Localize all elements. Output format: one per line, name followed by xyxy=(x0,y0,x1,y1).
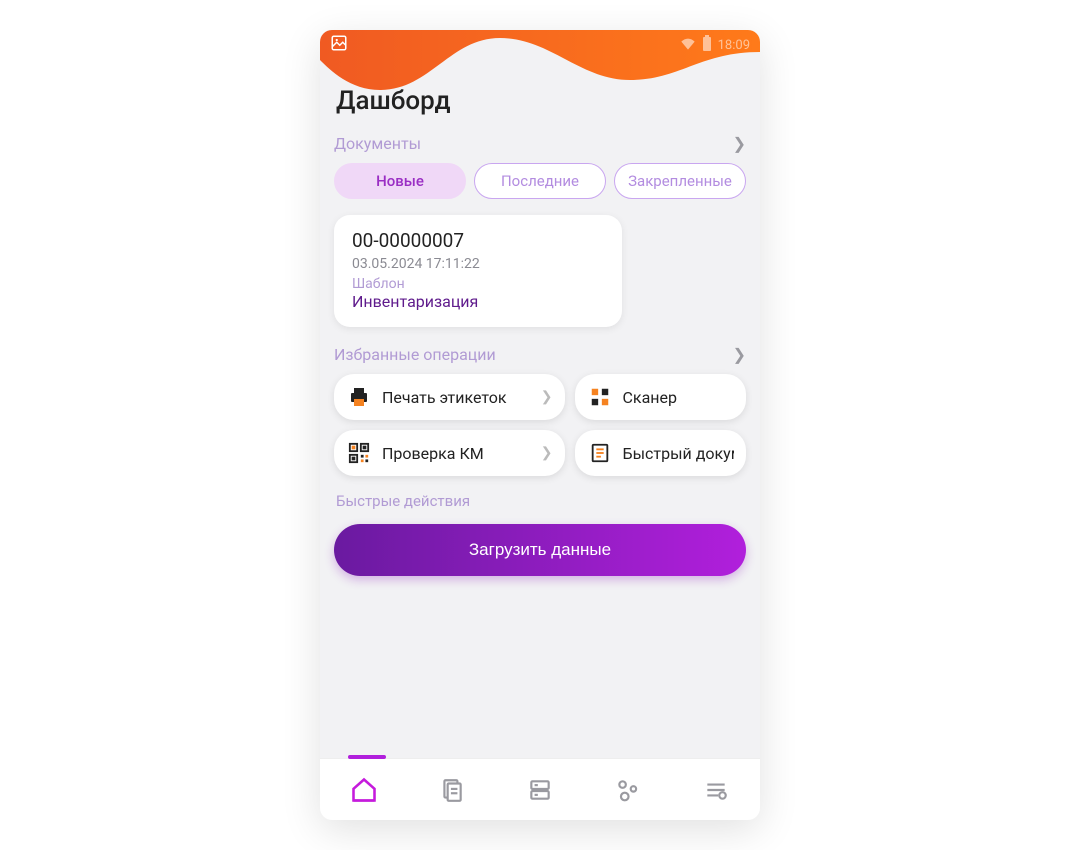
tab-recent[interactable]: Последние xyxy=(474,163,606,199)
battery-icon xyxy=(702,35,712,55)
nav-settings[interactable] xyxy=(701,775,731,805)
chevron-right-icon: ❯ xyxy=(541,389,553,405)
chevron-right-icon: ❯ xyxy=(541,445,553,461)
app-screen: 18:09 Дашборд Документы ❯ Новые Последни… xyxy=(320,30,760,820)
nav-operations[interactable] xyxy=(613,775,643,805)
favorite-label: Проверка КМ xyxy=(382,444,531,463)
documents-section-header[interactable]: Документы ❯ xyxy=(334,134,746,153)
status-bar: 18:09 xyxy=(320,30,760,56)
printer-icon xyxy=(346,384,372,410)
bottom-nav xyxy=(320,758,760,820)
page-title: Дашборд xyxy=(336,86,451,116)
wifi-icon xyxy=(680,36,696,54)
header: 18:09 Дашборд xyxy=(320,30,760,110)
favorite-print-labels[interactable]: Печать этикеток ❯ xyxy=(334,374,565,420)
chevron-right-icon: ❯ xyxy=(733,345,746,364)
document-template-name: Инвентаризация xyxy=(352,292,604,311)
favorites-row-1: Печать этикеток ❯ Сканер xyxy=(334,374,746,420)
document-number: 00-00000007 xyxy=(352,229,604,252)
nav-storage[interactable] xyxy=(525,775,555,805)
nav-home[interactable] xyxy=(349,775,379,805)
favorites-section-header[interactable]: Избранные операции ❯ xyxy=(334,345,746,364)
tab-pinned[interactable]: Закрепленные xyxy=(614,163,746,199)
tab-new[interactable]: Новые xyxy=(334,163,466,199)
quick-actions-label: Быстрые действия xyxy=(336,492,744,510)
document-icon xyxy=(587,440,613,466)
nav-documents[interactable] xyxy=(437,775,467,805)
favorite-label: Быстрый документ xyxy=(623,444,735,463)
document-datetime: 03.05.2024 17:11:22 xyxy=(352,256,604,272)
content-area: Документы ❯ Новые Последние Закрепленные… xyxy=(320,110,760,758)
favorite-quick-doc[interactable]: Быстрый документ xyxy=(575,430,747,476)
favorites-label: Избранные операции xyxy=(334,345,496,364)
favorites-row-2: Проверка КМ ❯ Быстрый документ xyxy=(334,430,746,476)
document-template-label: Шаблон xyxy=(352,276,604,292)
chevron-right-icon: ❯ xyxy=(733,134,746,153)
document-tabs: Новые Последние Закрепленные xyxy=(334,163,746,199)
scanner-icon xyxy=(587,384,613,410)
documents-label: Документы xyxy=(334,134,421,153)
status-time: 18:09 xyxy=(718,38,750,53)
document-card[interactable]: 00-00000007 03.05.2024 17:11:22 Шаблон И… xyxy=(334,215,622,327)
load-data-button[interactable]: Загрузить данные xyxy=(334,524,746,576)
image-placeholder-icon xyxy=(330,34,348,56)
favorite-scanner[interactable]: Сканер xyxy=(575,374,747,420)
favorite-label: Печать этикеток xyxy=(382,388,531,407)
qr-icon xyxy=(346,440,372,466)
favorite-check-km[interactable]: Проверка КМ ❯ xyxy=(334,430,565,476)
favorite-label: Сканер xyxy=(623,388,735,407)
